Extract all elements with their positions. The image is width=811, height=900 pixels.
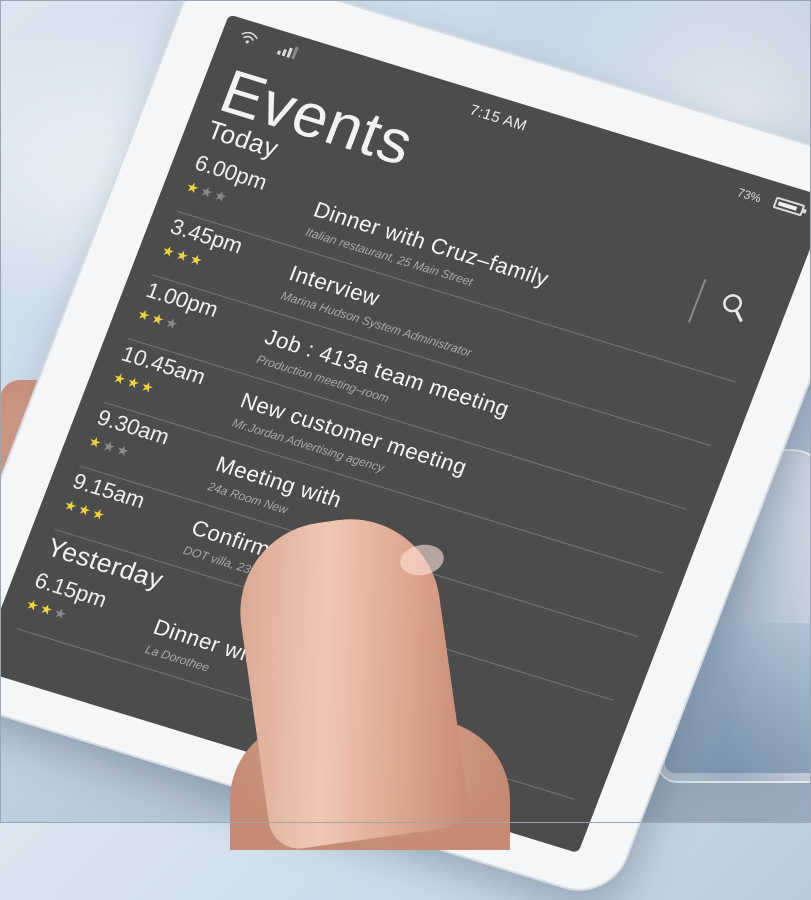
battery-icon: [772, 196, 806, 217]
signal-icon: [275, 41, 302, 63]
wifi-icon: [237, 29, 260, 50]
status-time: 7:15 AM: [467, 101, 530, 135]
battery-percent: 73%: [735, 185, 764, 206]
